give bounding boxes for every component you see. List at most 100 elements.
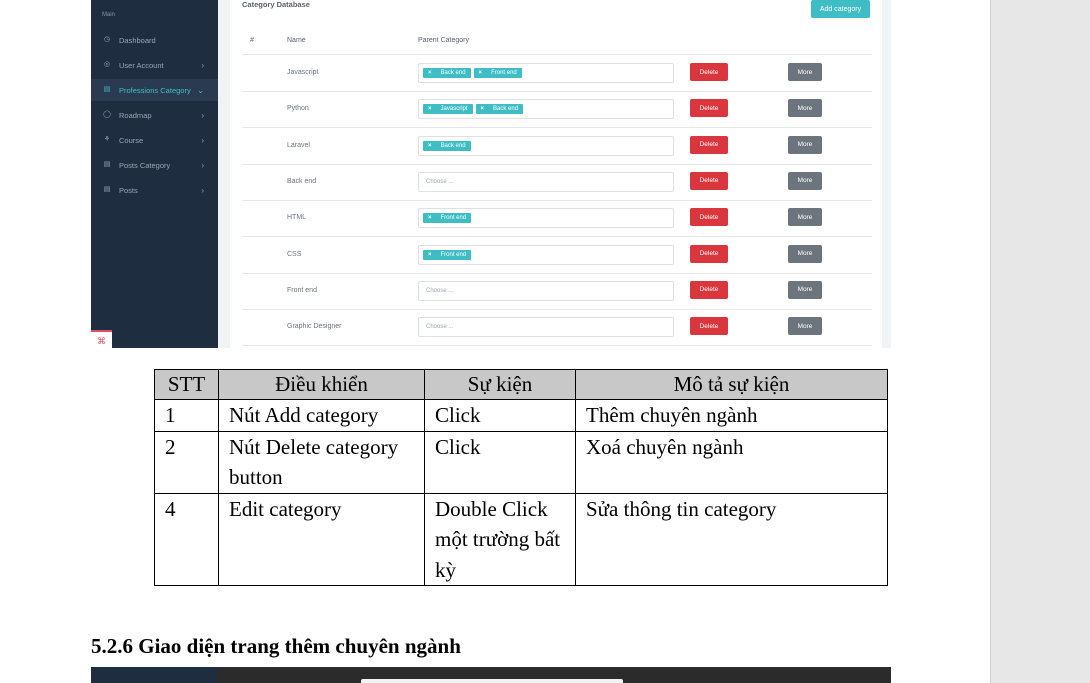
cell-description: Thêm chuyên ngành	[575, 399, 888, 432]
parent-category-select[interactable]: × Back end × Front end	[418, 63, 674, 83]
remove-tag-icon[interactable]: ×	[481, 106, 485, 112]
parent-category-select[interactable]: × Front end	[418, 208, 674, 229]
chevron-right-icon: ›	[201, 160, 204, 170]
more-button[interactable]: More	[788, 317, 822, 336]
sidebar-item-label: Professions Category	[119, 85, 191, 95]
select-placeholder: Choose ...	[426, 178, 454, 185]
more-button[interactable]: More	[788, 63, 822, 81]
parent-category-select[interactable]: Choose ...	[418, 171, 674, 192]
remove-tag-icon[interactable]: ×	[428, 106, 432, 112]
category-name[interactable]: Graphic Designer	[287, 323, 341, 330]
remove-tag-icon[interactable]: ×	[428, 215, 432, 221]
more-button[interactable]: More	[788, 171, 822, 190]
more-button[interactable]: More	[788, 135, 822, 154]
table-row: Laravel × Back end Delete More	[242, 128, 872, 165]
event-table: STT Điều khiển Sự kiện Mô tả sự kiện 1 N…	[154, 369, 888, 586]
category-name[interactable]: Back end	[287, 178, 316, 185]
delete-button[interactable]: Delete	[690, 63, 728, 81]
tag-label: Front end	[491, 70, 517, 76]
more-button[interactable]: More	[788, 208, 822, 227]
parent-category-select[interactable]: × Front end	[418, 244, 674, 265]
cell-control: Nút Add category	[218, 399, 425, 432]
remove-tag-icon[interactable]: ×	[479, 70, 483, 76]
sidebar-item[interactable]: ⚘ Course ›	[91, 129, 218, 151]
category-name[interactable]: Front end	[287, 287, 317, 294]
cell-stt: 2	[154, 430, 219, 494]
sidebar-item[interactable]: ▤ Posts Category ›	[91, 154, 218, 176]
parent-category-select[interactable]: Choose ...	[418, 280, 674, 301]
table-row: Front end Choose ... Delete More	[242, 273, 872, 310]
next-screenshot-search-bar	[361, 679, 623, 683]
category-panel: Category Database Add category # Name Pa…	[230, 0, 882, 348]
delete-button[interactable]: Delete	[690, 280, 728, 299]
parent-category-select[interactable]: Choose ...	[418, 317, 674, 338]
add-category-button[interactable]: Add category	[811, 0, 870, 18]
table-row: HTML × Front end Delete More	[242, 200, 872, 238]
sidebar-item[interactable]: ◯ Roadmap ›	[91, 104, 218, 126]
parent-tag: × Back end	[475, 104, 524, 115]
panel-title: Category Database	[242, 0, 310, 9]
roadmap-icon: ◯	[103, 111, 111, 118]
delete-button[interactable]: Delete	[690, 317, 728, 336]
category-name[interactable]: Javascript	[287, 69, 319, 76]
cell-stt: 4	[154, 492, 219, 586]
dashboard-icon: ◷	[103, 36, 111, 43]
sidebar-item-label: Dashboard	[119, 35, 156, 45]
laravel-logo-icon: ⌘	[91, 330, 112, 348]
select-placeholder: Choose ...	[426, 324, 454, 331]
parent-tag: × Back end	[423, 140, 471, 151]
cell-description: Sửa thông tin category	[575, 492, 888, 586]
category-name[interactable]: Python	[287, 105, 309, 112]
sidebar-item[interactable]: ◷ Dashboard	[91, 29, 218, 51]
sidebar-item[interactable]: ◎ User Account ›	[91, 54, 218, 76]
course-icon: ⚘	[103, 136, 111, 143]
parent-category-select[interactable]: × Javascript × Back end	[418, 99, 674, 120]
parent-tag: × Front end	[473, 68, 522, 78]
header-control: Điều khiển	[218, 369, 425, 400]
cell-control: Nút Delete category button	[218, 430, 425, 494]
sidebar-section-label: Main	[102, 12, 116, 18]
tag-label: Back end	[493, 106, 519, 113]
sidebar-item[interactable]: ▤ Professions Category ⌄	[91, 79, 218, 101]
sidebar: Main ◷ Dashboard ◎ User Account › ▤ Profession…	[91, 0, 218, 348]
table-row: Back end Choose ... Delete More	[242, 164, 872, 201]
tag-label: Back end	[440, 142, 466, 149]
table-row: CSS × Front end Delete More	[242, 237, 872, 274]
column-header-name: Name	[287, 37, 306, 44]
chevron-down-icon: ⌄	[197, 85, 204, 95]
section-heading: 5.2.6 Giao diện trang thêm chuyên ngành	[91, 634, 461, 658]
parent-category-select[interactable]: × Back end	[418, 135, 674, 156]
more-button[interactable]: More	[788, 280, 822, 299]
parent-tag: × Front end	[423, 249, 472, 260]
cell-event: Click	[424, 399, 576, 432]
sidebar-item-label: Course	[119, 135, 144, 145]
cell-stt: 1	[154, 399, 219, 432]
parent-tag: × Javascript	[423, 104, 473, 115]
more-button[interactable]: More	[788, 99, 822, 118]
delete-button[interactable]: Delete	[690, 171, 728, 190]
category-database-screenshot: Main ◷ Dashboard ◎ User Account › ▤ Profession…	[91, 0, 891, 348]
category-icon: ▤	[103, 86, 111, 93]
posts-category-icon: ▤	[103, 161, 111, 168]
table-row: 4 Edit category Double Click một trường …	[154, 492, 888, 586]
sidebar-item[interactable]: ▤ Posts ›	[91, 179, 218, 201]
select-placeholder: Choose ...	[426, 287, 454, 294]
more-button[interactable]: More	[788, 244, 822, 263]
table-row: 1 Nút Add category Click Thêm chuyên ngà…	[154, 399, 888, 432]
category-name[interactable]: CSS	[287, 251, 301, 258]
delete-button[interactable]: Delete	[690, 244, 728, 263]
category-name[interactable]: Laravel	[287, 142, 310, 149]
remove-tag-icon[interactable]: ×	[428, 70, 432, 76]
column-header-index: #	[250, 37, 254, 44]
delete-button[interactable]: Delete	[690, 99, 728, 118]
delete-button[interactable]: Delete	[690, 208, 728, 227]
delete-button[interactable]: Delete	[690, 135, 728, 154]
remove-tag-icon[interactable]: ×	[428, 252, 432, 258]
cell-event: Click	[424, 430, 576, 494]
table-row: Javascript × Back end × Front end Delete More	[242, 55, 872, 92]
remove-tag-icon[interactable]: ×	[428, 143, 432, 149]
chevron-right-icon: ›	[201, 185, 204, 195]
category-name[interactable]: HTML	[287, 214, 306, 221]
chevron-right-icon: ›	[201, 135, 204, 145]
tag-label: Front end	[440, 251, 467, 258]
